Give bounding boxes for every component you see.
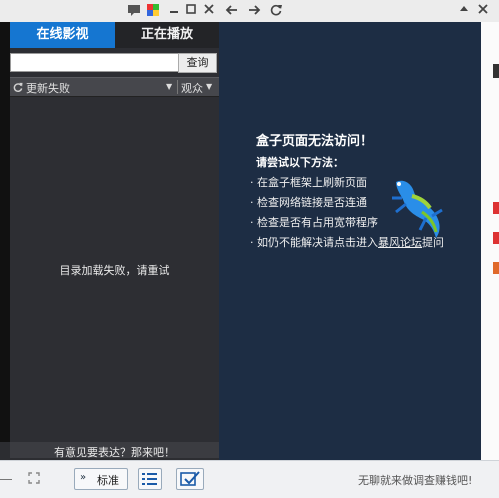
list-load-error-message: 目录加载失败，请重试 xyxy=(59,264,170,277)
error-title: 盒子页面无法访问！ xyxy=(256,134,374,149)
error-page: 盒子页面无法访问！ 请尝试以下方法： · 在盒子框架上刷新页面 · 检查网络链接… xyxy=(219,22,481,460)
tab-online-video[interactable]: 在线影视 xyxy=(10,22,115,48)
tip-item: · 检查网络链接是否连通 xyxy=(250,196,367,209)
maximize-icon[interactable] xyxy=(183,3,199,19)
search-input[interactable] xyxy=(10,53,180,72)
media-box-button[interactable] xyxy=(176,468,204,490)
forward-icon[interactable] xyxy=(246,3,262,19)
back-icon[interactable] xyxy=(224,3,240,19)
double-chevron-right-icon: » xyxy=(80,472,87,483)
playlist-button[interactable] xyxy=(138,468,162,490)
minimize-icon[interactable] xyxy=(166,3,182,19)
close-icon[interactable] xyxy=(201,3,217,19)
left-edge-strip xyxy=(0,22,10,442)
promo-link[interactable]: 无聊就来做调查赚钱吧! xyxy=(358,472,472,488)
background-page-strip xyxy=(481,22,499,460)
tab-now-playing[interactable]: 正在播放 xyxy=(115,22,219,48)
tip-text: · 如仍不能解决请点击进入 xyxy=(250,236,378,249)
skin-icon[interactable] xyxy=(145,3,161,19)
media-list-panel: 在线影视 正在播放 查询 更新失败 ▼ 观众 ▼ 目录加载失败，请重试 有意见要… xyxy=(10,22,219,459)
nav-bar xyxy=(219,0,499,22)
list-icon xyxy=(142,473,157,485)
standard-mode-label: 标准 xyxy=(97,474,119,487)
divider xyxy=(177,80,178,94)
collapse-up-icon[interactable] xyxy=(456,3,472,19)
feedback-link[interactable]: 有意见要表达？那来吧！ xyxy=(10,444,219,460)
filter-bar: 更新失败 ▼ 观众 ▼ xyxy=(10,77,219,97)
tip-item: · 在盒子框架上刷新页面 xyxy=(250,176,367,189)
sort-select-value[interactable]: 观众 xyxy=(181,80,203,96)
close-panel-icon[interactable] xyxy=(475,3,491,19)
lizard-mascot-icon xyxy=(392,180,443,238)
error-subtitle: 请尝试以下方法： xyxy=(256,156,344,169)
media-box-icon xyxy=(180,471,200,486)
chevron-down-icon[interactable]: ▼ xyxy=(166,80,172,94)
standard-mode-button[interactable]: » 标准 xyxy=(74,468,128,490)
tab-bar: 在线影视 正在播放 xyxy=(10,22,219,48)
category-select-value[interactable]: 更新失败 xyxy=(26,80,70,96)
refresh-icon[interactable] xyxy=(12,80,24,94)
message-icon[interactable] xyxy=(126,3,142,19)
bottom-toolbar: » 标准 无聊就来做调查赚钱吧! xyxy=(0,460,499,498)
chevron-down-icon[interactable]: ▼ xyxy=(206,80,212,94)
divider xyxy=(0,479,12,480)
screenshot-icon[interactable] xyxy=(28,472,40,484)
refresh-page-icon[interactable] xyxy=(268,3,284,19)
search-button[interactable]: 查询 xyxy=(178,53,217,73)
tip-item: · 检查是否有占用宽带程序 xyxy=(250,216,378,229)
